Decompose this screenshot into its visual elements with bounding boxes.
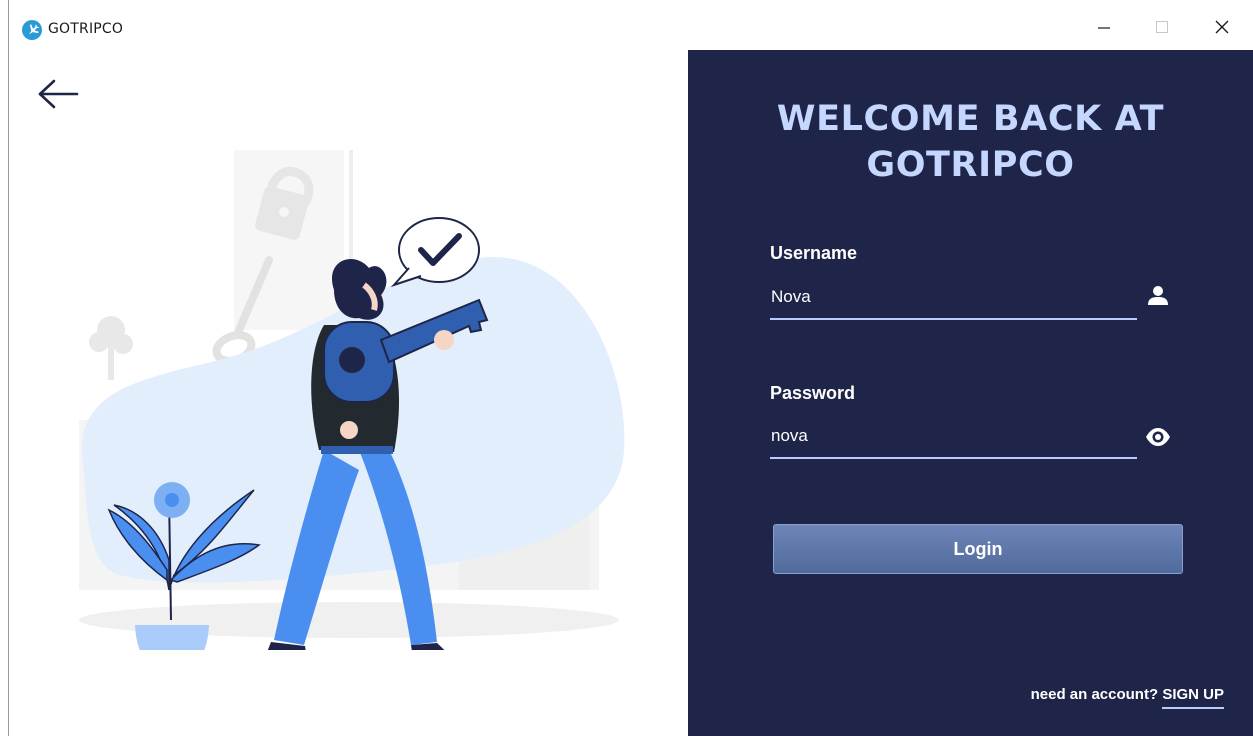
welcome-heading: WELCOME BACK AT GOTRIPCO [688,96,1253,188]
password-input[interactable]: nova [771,426,808,446]
maximize-icon [1156,21,1168,33]
minimize-button[interactable] [1081,8,1127,46]
signup-prompt: need an account? [1030,686,1159,703]
signup-row: need an account? SIGN UP [1030,686,1224,709]
login-button[interactable]: Login [773,524,1183,574]
close-icon [1215,20,1229,34]
minimize-icon [1098,27,1110,29]
maximize-button[interactable] [1139,8,1185,46]
user-icon [1145,283,1171,309]
close-button[interactable] [1199,8,1245,46]
username-underline [770,318,1137,320]
window-title: GOTRIPCO [48,21,124,37]
password-underline [770,457,1137,459]
signup-link[interactable]: SIGN UP [1162,686,1224,709]
person-holding-key-illustration [79,150,625,650]
username-label: Username [770,243,858,263]
title-bar: GOTRIPCO [9,0,1253,50]
back-button[interactable] [37,78,81,110]
heading-line-1: WELCOME BACK AT [776,99,1165,139]
username-input[interactable]: Nova [771,287,811,307]
login-panel: WELCOME BACK AT GOTRIPCO Username Nova P… [688,50,1253,736]
left-panel [9,50,688,736]
heading-line-2: GOTRIPCO [866,145,1075,185]
eye-icon[interactable] [1145,424,1171,450]
password-label: Password [770,383,856,403]
airplane-icon [22,20,42,40]
arrow-left-icon [38,79,79,109]
